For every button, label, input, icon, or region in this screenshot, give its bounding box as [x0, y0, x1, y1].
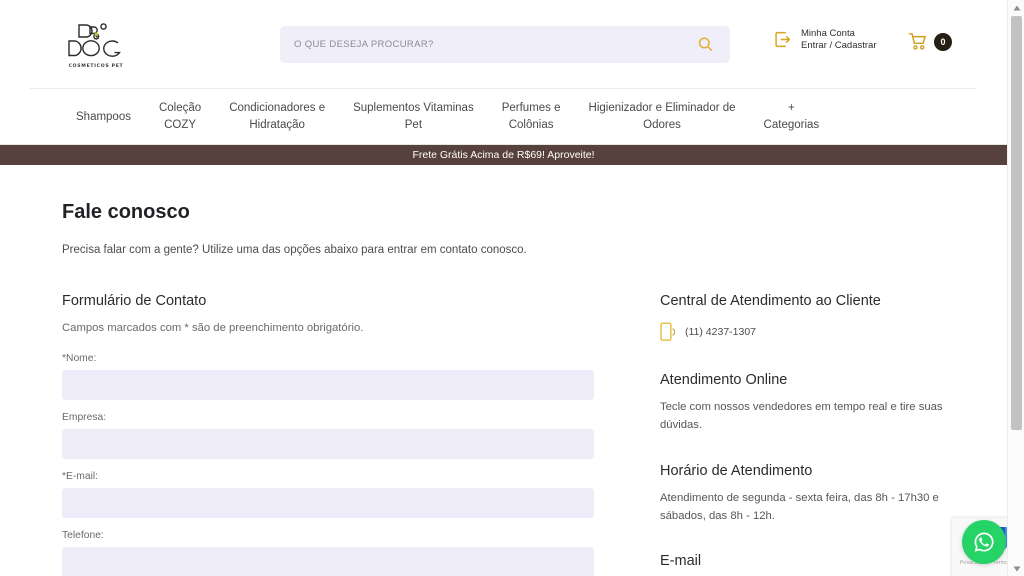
page-scrollbar[interactable] [1007, 0, 1024, 576]
site-logo[interactable]: COSMETICOS PET [60, 17, 132, 72]
field-telefone: Telefone: [62, 530, 594, 576]
input-empresa[interactable] [62, 429, 594, 459]
email-heading: E-mail [660, 553, 702, 570]
nav-item-higienizador-eliminador-odores[interactable]: Higienizador e Eliminador de Odores [575, 100, 750, 133]
promo-banner[interactable]: Frete Grátis Acima de R$69! Aproveite! [0, 145, 1007, 165]
page-intro-text: Precisa falar com a gente? Utilize uma d… [62, 244, 527, 256]
cart-icon [908, 33, 926, 50]
field-label-nome: *Nome: [62, 353, 97, 364]
contact-info-column: Central de Atendimento ao Cliente (11) 4… [660, 293, 960, 569]
central-heading: Central de Atendimento ao Cliente [660, 293, 881, 309]
mobile-phone-icon [660, 322, 676, 341]
account-subtitle: Entrar / Cadastrar [801, 39, 877, 51]
site-header: COSMETICOS PET Minha Cont [0, 0, 1007, 89]
nav-item-mais-categorias[interactable]: + Categorias [750, 100, 834, 133]
promo-banner-text: Frete Grátis Acima de R$69! Aproveite! [412, 149, 595, 161]
online-text: Tecle com nossos vendedores em tempo rea… [660, 401, 943, 432]
scrollbar-thumb[interactable] [1011, 16, 1022, 430]
field-email: *E-mail: [62, 471, 594, 518]
field-nome: *Nome: [62, 353, 594, 400]
page-root: COSMETICOS PET Minha Cont [0, 0, 1024, 576]
form-helper-text: Campos marcados com * são de preenchimen… [62, 322, 364, 334]
search-input[interactable] [294, 39, 694, 50]
nav-item-condicionadores-hidratacao[interactable]: Condicionadores e Hidratação [215, 100, 339, 133]
nav-item-shampoos[interactable]: Shampoos [62, 109, 145, 126]
account-text-block: Minha Conta Entrar / Cadastrar [801, 28, 877, 52]
nav-item-colecao-cozy[interactable]: Coleção COZY [145, 100, 215, 133]
field-label-telefone: Telefone: [62, 530, 104, 541]
nav-item-suplementos-vitaminas-pet[interactable]: Suplementos Vitaminas Pet [339, 100, 488, 133]
contact-form-column: Formulário de Contato Campos marcados co… [62, 293, 594, 576]
cart-button[interactable]: 0 [908, 32, 952, 51]
field-label-empresa: Empresa: [62, 412, 107, 423]
search-bar[interactable] [280, 26, 730, 63]
input-email[interactable] [62, 488, 594, 518]
logo-subtitle: COSMETICOS PET [68, 63, 124, 69]
scrollbar-down-button[interactable] [1008, 561, 1024, 576]
form-heading: Formulário de Contato [62, 293, 207, 309]
dr-dog-logo-icon [68, 22, 121, 57]
login-icon [775, 32, 791, 48]
account-menu[interactable]: Minha Conta Entrar / Cadastrar [774, 28, 877, 52]
field-label-email: *E-mail: [62, 471, 99, 482]
search-icon [698, 37, 712, 52]
phone-row[interactable]: (11) 4237-1307 [660, 322, 960, 342]
input-nome[interactable] [62, 370, 594, 400]
field-empresa: Empresa: [62, 412, 594, 459]
cart-count-badge: 0 [934, 32, 952, 51]
account-title: Minha Conta [801, 28, 855, 39]
scrollbar-up-button[interactable] [1008, 0, 1024, 15]
search-button[interactable] [694, 34, 716, 56]
whatsapp-float-button[interactable] [962, 520, 1006, 564]
whatsapp-icon [974, 532, 994, 552]
browser-viewport: COSMETICOS PET Minha Cont [0, 0, 1007, 576]
phone-number: (11) 4237-1307 [685, 326, 757, 338]
main-navigation: Shampoos Coleção COZY Condicionadores e … [0, 89, 1007, 145]
scroll-up-arrow-icon [1013, 5, 1020, 10]
page-title: Fale conosco [62, 201, 190, 223]
hours-heading: Horário de Atendimento [660, 462, 813, 479]
online-heading: Atendimento Online [660, 372, 788, 388]
hours-text: Atendimento de segunda - sexta feira, da… [660, 491, 939, 522]
nav-item-perfumes-colonias[interactable]: Perfumes e Colônias [488, 100, 575, 133]
scroll-down-arrow-icon [1013, 566, 1020, 571]
input-telefone[interactable] [62, 547, 594, 576]
